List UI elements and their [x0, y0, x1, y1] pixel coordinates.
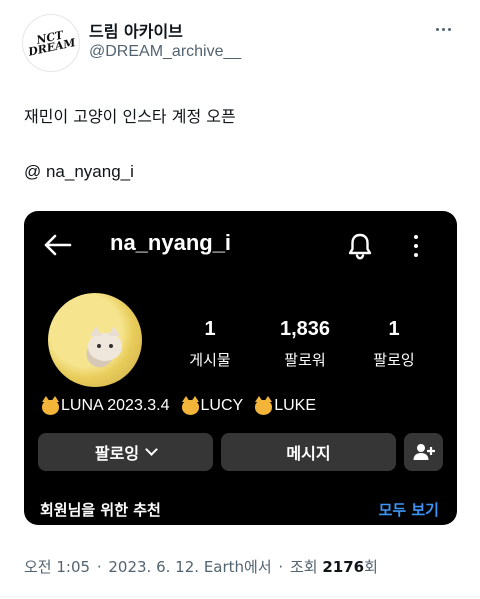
tweet-mention: @ na_nyang_i: [24, 162, 134, 181]
following-button: 팔로잉: [38, 433, 213, 471]
stat-label: 팔로워: [284, 351, 326, 369]
stat-value: 1,836: [279, 318, 331, 340]
bell-icon: [348, 233, 372, 260]
cat-emoji-icon: [42, 395, 59, 415]
divider: [0, 596, 480, 597]
more-icon[interactable]: [436, 22, 456, 36]
tweet: NCT DREAM 드림 아카이브 @DREAM_archive__ 재민이 고…: [0, 0, 480, 599]
tweet-date[interactable]: 2023. 6. 12.: [108, 558, 199, 576]
chevron-down-icon: [145, 442, 158, 456]
tweet-time[interactable]: 오전 1:05: [24, 558, 90, 576]
message-button: 메시지: [221, 433, 396, 471]
stat-label: 게시물: [189, 351, 231, 369]
stat-value: 1: [388, 318, 400, 340]
tweet-source: Earth에서: [203, 558, 272, 576]
stat-label: 팔로잉: [373, 351, 415, 369]
author-display-name[interactable]: 드림 아카이브: [89, 18, 183, 42]
avatar-logo: NCT DREAM: [27, 28, 77, 59]
views-count: 2176: [322, 558, 365, 576]
attached-image[interactable]: na_nyang_i 1 게시물 1,836 팔로워 1 팔로잉 LUNA 20…: [24, 211, 457, 525]
stat-followers: 1,836 팔로워: [265, 318, 345, 370]
stat-following: 1 팔로잉: [354, 318, 434, 370]
views-suffix: 회: [364, 558, 378, 576]
bio-part: LUKE: [274, 397, 317, 414]
ig-bio: LUNA 2023.3.4 LUCY LUKE: [40, 395, 317, 415]
kebab-icon: [413, 235, 419, 257]
message-button-label: 메시지: [286, 444, 331, 463]
stat-posts: 1 게시물: [170, 318, 250, 370]
following-button-label: 팔로잉: [94, 444, 140, 463]
add-user-icon: [413, 444, 435, 460]
ig-profile-picture: [48, 293, 142, 387]
see-all-link: 모두 보기: [378, 501, 439, 519]
add-user-button: [404, 433, 443, 471]
views-label: 조회: [289, 558, 318, 576]
back-arrow-icon: [44, 234, 72, 256]
stat-value: 1: [204, 318, 216, 340]
author-avatar[interactable]: NCT DREAM: [22, 14, 80, 72]
cat-emoji-icon: [181, 395, 199, 415]
recommendations-title: 회원님을 위한 추천: [40, 501, 161, 519]
bio-part: LUNA 2023.3.4: [61, 397, 170, 414]
tweet-text-line: 재민이 고양이 인스타 계정 오픈: [24, 107, 236, 126]
author-handle[interactable]: @DREAM_archive__: [89, 43, 241, 61]
tweet-meta: 오전 1:05 · 2023. 6. 12. Earth에서 · 조회 2176…: [24, 558, 378, 576]
cat-photo: [88, 326, 122, 361]
ig-username: na_nyang_i: [110, 230, 232, 255]
cat-emoji-icon: [255, 395, 273, 415]
bio-part: LUCY: [200, 397, 244, 414]
